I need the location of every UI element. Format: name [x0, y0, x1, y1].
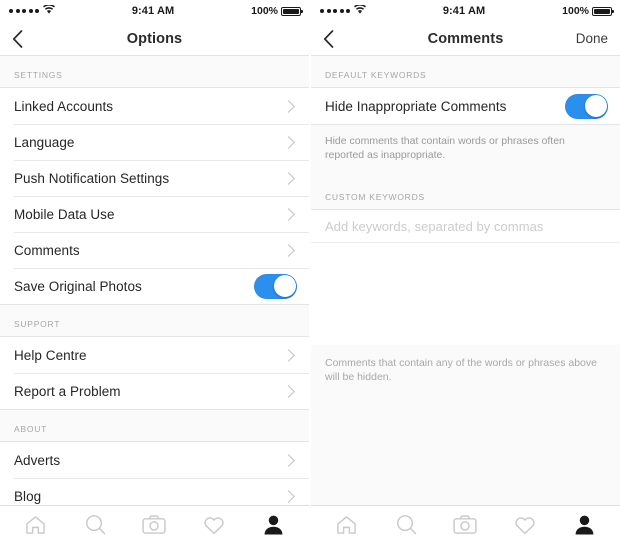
row-language[interactable]: Language [0, 124, 309, 160]
row-push-notification-settings[interactable]: Push Notification Settings [0, 160, 309, 196]
chevron-right-icon [282, 207, 295, 221]
section-header-default-keywords: DEFAULT KEYWORDS [311, 56, 620, 87]
chevron-left-icon [323, 29, 334, 48]
battery-percent-label: 100% [251, 5, 278, 17]
tab-profile[interactable] [561, 506, 607, 543]
row-hide-inappropriate-comments[interactable]: Hide Inappropriate Comments [311, 88, 620, 124]
wifi-icon [43, 4, 55, 17]
battery-full-icon [592, 6, 615, 16]
done-button[interactable]: Done [576, 31, 608, 46]
row-mobile-data-use[interactable]: Mobile Data Use [0, 196, 309, 232]
section-header-settings: SETTINGS [0, 56, 309, 87]
nav-bar-left: Options [0, 22, 309, 56]
row-label: Adverts [14, 452, 61, 468]
chevron-right-icon [282, 243, 295, 257]
tab-bar-left[interactable] [0, 505, 309, 543]
page-title: Options [126, 30, 183, 47]
default-keywords-group: Hide Inappropriate Comments [311, 87, 620, 125]
row-comments[interactable]: Comments [0, 232, 309, 268]
custom-keywords-input[interactable]: Add keywords, separated by commas [325, 219, 543, 234]
status-bar-right-group: 100% [562, 5, 615, 17]
chevron-left-icon [12, 29, 23, 48]
wifi-icon [354, 4, 366, 17]
back-button[interactable] [12, 29, 46, 48]
comments-settings-list[interactable]: DEFAULT KEYWORDS Hide Inappropriate Comm… [311, 56, 620, 505]
search-icon [85, 515, 105, 535]
row-label: Hide Inappropriate Comments [325, 98, 507, 114]
row-linked-accounts[interactable]: Linked Accounts [0, 88, 309, 124]
tab-home[interactable] [324, 506, 370, 543]
battery-full-icon [281, 6, 304, 16]
home-icon [26, 515, 45, 534]
chevron-right-icon [282, 384, 295, 398]
page-title: Comments [427, 30, 504, 47]
settings-group: Linked Accounts Language Push Notificati… [0, 87, 309, 305]
status-bar-right-group: 100% [251, 5, 304, 17]
row-label: Linked Accounts [14, 98, 114, 114]
chevron-right-icon [282, 171, 295, 185]
hide-inappropriate-comments-toggle[interactable] [565, 93, 608, 119]
options-list[interactable]: SETTINGS Linked Accounts Language Push N… [0, 56, 309, 505]
back-button[interactable] [323, 29, 357, 48]
camera-icon [453, 515, 478, 534]
camera-icon [142, 515, 167, 534]
row-report-a-problem[interactable]: Report a Problem [0, 373, 309, 409]
status-bar-left: 9:41 AM 100% [0, 0, 309, 22]
tab-camera[interactable] [442, 506, 488, 543]
support-group: Help Centre Report a Problem [0, 336, 309, 410]
about-group: Adverts Blog [0, 441, 309, 505]
custom-keywords-empty-area [311, 243, 620, 345]
save-original-photos-toggle[interactable] [254, 273, 297, 299]
profile-icon [264, 515, 283, 534]
heart-icon [515, 516, 535, 534]
default-keywords-description: Hide comments that contain words or phra… [311, 125, 620, 178]
status-bar-right: 9:41 AM 100% [311, 0, 620, 22]
profile-icon [575, 515, 594, 534]
tab-search[interactable] [383, 506, 429, 543]
nav-bar-right: Comments Done [311, 22, 620, 56]
row-label: Mobile Data Use [14, 206, 115, 222]
row-label: Blog [14, 488, 42, 504]
status-bar-left-group [9, 4, 55, 17]
status-bar-time: 9:41 AM [442, 5, 486, 17]
tab-home[interactable] [13, 506, 59, 543]
row-label: Comments [14, 242, 80, 258]
tab-camera[interactable] [131, 506, 177, 543]
dual-screen-comparison: 9:41 AM 100% Options SETTINGS Linked Acc… [0, 0, 620, 543]
row-label: Language [14, 134, 75, 150]
search-icon [396, 515, 416, 535]
row-adverts[interactable]: Adverts [0, 442, 309, 478]
custom-keywords-footnote: Comments that contain any of the words o… [311, 345, 620, 384]
battery-percent-label: 100% [562, 5, 589, 17]
row-label: Push Notification Settings [14, 170, 170, 186]
chevron-right-icon [282, 135, 295, 149]
status-bar-time: 9:41 AM [131, 5, 175, 17]
tab-bar-right[interactable] [311, 505, 620, 543]
signal-strength-icon [9, 9, 39, 13]
row-blog[interactable]: Blog [0, 478, 309, 505]
status-bar-left-group [320, 4, 366, 17]
custom-keywords-input-row[interactable]: Add keywords, separated by commas [311, 209, 620, 243]
row-label: Help Centre [14, 347, 87, 363]
section-header-about: ABOUT [0, 410, 309, 441]
row-help-centre[interactable]: Help Centre [0, 337, 309, 373]
chevron-right-icon [282, 489, 295, 503]
left-phone-screen-options: 9:41 AM 100% Options SETTINGS Linked Acc… [0, 0, 309, 543]
chevron-right-icon [282, 99, 295, 113]
section-header-support: SUPPORT [0, 305, 309, 336]
tab-activity[interactable] [502, 506, 548, 543]
tab-search[interactable] [72, 506, 118, 543]
signal-strength-icon [320, 9, 350, 13]
home-icon [337, 515, 356, 534]
row-save-original-photos[interactable]: Save Original Photos [0, 268, 309, 304]
section-header-custom-keywords: CUSTOM KEYWORDS [311, 178, 620, 209]
row-label: Report a Problem [14, 383, 121, 399]
chevron-right-icon [282, 453, 295, 467]
heart-icon [204, 516, 224, 534]
tab-activity[interactable] [191, 506, 237, 543]
row-label: Save Original Photos [14, 278, 142, 294]
tab-profile[interactable] [250, 506, 296, 543]
chevron-right-icon [282, 348, 295, 362]
right-phone-screen-comments: 9:41 AM 100% Comments Done DEFAULT KEYWO… [311, 0, 620, 543]
